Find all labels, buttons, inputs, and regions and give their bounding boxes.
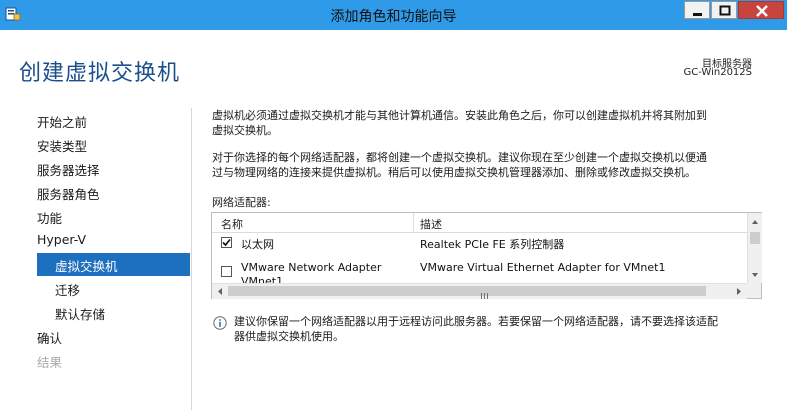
close-button[interactable]: [738, 1, 784, 19]
description-paragraph-2: 对于你选择的每个网络适配器，都将创建一个虚拟交换机。建议你现在至少创建一个虚拟交…: [212, 150, 762, 180]
horizontal-scroll-thumb[interactable]: [228, 286, 706, 299]
nav-item-hyper-v[interactable]: Hyper-V: [37, 232, 86, 247]
list-header: 名称 描述: [212, 213, 747, 233]
nav-item-default-stores[interactable]: 默认存储: [55, 304, 105, 323]
adapter-row[interactable]: VMware Network Adapter VMnet1 VMware Vir…: [212, 258, 747, 283]
nav-item-features[interactable]: 功能: [37, 208, 62, 227]
adapter-description: Realtek PCIe FE 系列控制器: [420, 238, 565, 251]
info-line: 建议你保留一个网络适配器以用于远程访问此服务器。若要保留一个网络适配器，请不要选…: [234, 315, 718, 328]
nav-item-server-roles[interactable]: 服务器角色: [37, 184, 100, 203]
column-header-description[interactable]: 描述: [420, 216, 442, 232]
description-line: 虚拟机必须通过虚拟交换机才能与其他计算机通信。安装此角色之后，你可以创建虚拟机并…: [212, 109, 707, 122]
scroll-right-arrow-icon[interactable]: [732, 284, 746, 299]
scroll-corner: [747, 283, 761, 298]
adapter-checkbox[interactable]: [221, 237, 232, 248]
description-line: 对于你选择的每个网络适配器，都将创建一个虚拟交换机。建议你现在至少创建一个虚拟交…: [212, 151, 707, 164]
nav-item-server-selection[interactable]: 服务器选择: [37, 160, 100, 179]
nav-item-virtual-switches[interactable]: 虚拟交换机: [37, 253, 190, 276]
adapter-name: 以太网: [241, 238, 274, 251]
nav-item-confirmation[interactable]: 确认: [37, 328, 62, 347]
page-title: 创建虚拟交换机: [19, 61, 181, 86]
description-line: 虚拟交换机。: [212, 124, 278, 137]
nav-item-label: 虚拟交换机: [55, 259, 118, 274]
info-icon: [213, 316, 227, 330]
network-adapters-label: 网络适配器:: [212, 196, 271, 209]
close-icon: [756, 5, 768, 17]
checkmark-icon: [222, 238, 231, 247]
nav-separator: [191, 108, 192, 410]
scroll-down-arrow-icon[interactable]: [748, 269, 762, 281]
maximize-button[interactable]: [711, 1, 737, 19]
vertical-scrollbar[interactable]: [747, 213, 762, 283]
column-divider[interactable]: [413, 213, 414, 232]
description-line: 过与物理网络的连接来提供虚拟机。稍后可以使用虚拟交换机管理器添加、删除或修改虚拟…: [212, 166, 696, 179]
scroll-left-arrow-icon[interactable]: [213, 284, 227, 299]
scroll-up-arrow-icon[interactable]: [748, 216, 762, 228]
info-message: 建议你保留一个网络适配器以用于远程访问此服务器。若要保留一个网络适配器，请不要选…: [234, 314, 764, 344]
adapter-name: VMware Network Adapter VMnet1: [241, 261, 382, 283]
horizontal-scrollbar[interactable]: [212, 283, 747, 299]
column-header-name[interactable]: 名称: [221, 216, 243, 232]
vertical-scroll-thumb[interactable]: [750, 232, 760, 244]
nav-item-before-you-begin[interactable]: 开始之前: [37, 112, 87, 131]
minimize-button[interactable]: [684, 1, 710, 19]
info-line: 器供虚拟交换机使用。: [234, 330, 344, 343]
nav-item-migration[interactable]: 迁移: [55, 280, 80, 299]
minimize-icon: [693, 13, 702, 16]
nav-item-installation-type[interactable]: 安装类型: [37, 136, 87, 155]
description-paragraph-1: 虚拟机必须通过虚拟交换机才能与其他计算机通信。安装此角色之后，你可以创建虚拟机并…: [212, 108, 762, 138]
adapter-description: VMware Virtual Ethernet Adapter for VMne…: [420, 261, 666, 274]
network-adapters-list: 名称 描述 以太网 Realtek PCIe FE 系列控制器 VMware N…: [211, 212, 762, 299]
adapter-row[interactable]: 以太网 Realtek PCIe FE 系列控制器: [212, 233, 747, 255]
title-bar: 添加角色和功能向导: [0, 0, 787, 30]
window-title: 添加角色和功能向导: [330, 9, 457, 25]
target-server-name: GC-Win2012S: [683, 67, 752, 78]
maximize-icon: [719, 5, 731, 16]
nav-item-results: 结果: [37, 355, 63, 370]
scroll-grip-icon: [481, 293, 488, 299]
adapter-checkbox[interactable]: [221, 266, 232, 277]
